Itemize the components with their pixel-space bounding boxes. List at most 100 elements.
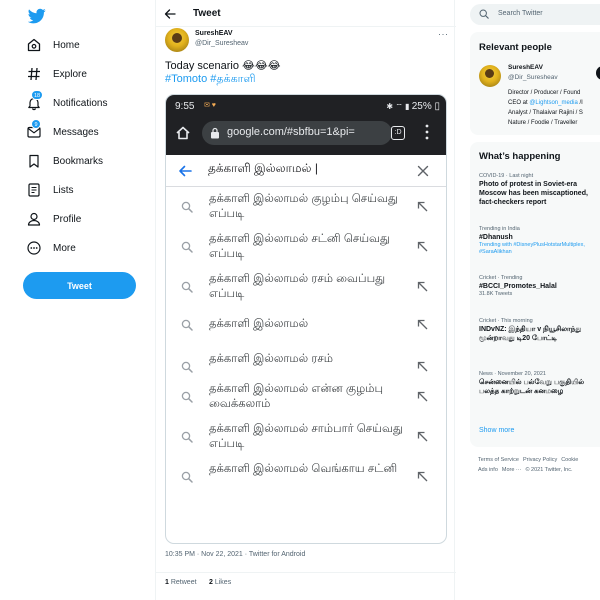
browser-menu-icon — [425, 124, 429, 140]
more-options-icon[interactable]: ··· — [438, 29, 449, 39]
privacy-link[interactable]: Privacy Policy — [523, 457, 557, 463]
back-arrow-icon[interactable] — [164, 8, 176, 20]
likes-label: Likes — [214, 579, 232, 586]
trend-item[interactable]: News · November 20, 2021 சென்னையில் பல்வே… — [479, 370, 600, 396]
nav-label-more: More — [53, 242, 76, 254]
lock-icon — [211, 127, 219, 139]
browser-toolbar: 9:55 ✉ ♥ ✱ ⌔ ▮ 25% ▯ google.com/#sbfbu=1… — [166, 95, 446, 155]
trend-item[interactable]: Cricket · Trending #BCCI_Promotes_Halal 31… — [479, 274, 600, 298]
browser-url-bar: google.com/#sbfbu=1&pi= — [202, 121, 392, 145]
trend-meta: Cricket · This morning — [479, 318, 533, 324]
suggestion-item: தக்காளி இல்லாமல் ரசம் வைப்பது எப்படி — [166, 272, 446, 308]
retweet-count: 1 — [165, 579, 169, 586]
left-nav: Home Explore 18 Notifications 9 Messages… — [0, 0, 155, 600]
likes-stat[interactable]: 2 Likes — [209, 579, 231, 586]
browser-url-text: google.com/#sbfbu=1&pi= — [227, 126, 355, 138]
suggestion-text: தக்காளி இல்லாமல் சாம்பார் செய்வது எப்படி — [209, 423, 403, 450]
nav-label-messages: Messages — [53, 126, 99, 138]
suggestion-text: தக்காளி இல்லாமல் வெங்காய சட்னி — [209, 463, 398, 475]
footer-links: Terms of Service Privacy Policy Cookie Ads… — [478, 455, 600, 475]
trend-item[interactable]: Trending in India #Dhanush Trending with #… — [479, 225, 600, 256]
relevant-person-name[interactable]: SureshEAV — [508, 64, 543, 71]
suggestion-search-icon — [181, 241, 193, 253]
ads-info-link[interactable]: Ads info — [478, 467, 498, 473]
suggestion-fill-arrow-icon — [417, 471, 428, 482]
copyright-text: © 2021 Twitter, Inc. — [525, 467, 573, 473]
more-icon — [26, 240, 42, 256]
right-sidebar: Search Twitter Relevant people SureshEAV… — [455, 0, 600, 600]
browser-tabs-count: :D — [391, 126, 405, 140]
browser-home-icon — [176, 126, 190, 140]
nav-item-notifications[interactable]: 18 Notifications — [26, 90, 151, 115]
suggestion-search-icon — [181, 319, 193, 331]
trend-title: சென்னையில் பல்வேறு பகுதியில் பலத்த காற்ற… — [479, 379, 585, 395]
suggestion-fill-arrow-icon — [417, 361, 428, 372]
nav-label-profile: Profile — [53, 213, 82, 225]
tweet-text: Today scenario 😂😂😂 — [165, 60, 281, 72]
nav-item-messages[interactable]: 9 Messages — [26, 119, 151, 144]
suggestion-fill-arrow-icon — [417, 201, 428, 212]
trend-item[interactable]: COVID-19 · Last night Photo of protest in… — [479, 172, 600, 207]
trend-subtext: Trending with #DisneyPlusHotstarMultiple… — [479, 242, 585, 255]
list-icon — [26, 182, 42, 198]
search-input[interactable]: Search Twitter — [470, 4, 600, 25]
suggestion-search-icon — [181, 281, 193, 293]
trend-title: Photo of protest in Soviet-era Moscow ha… — [479, 181, 588, 206]
phone-search-row: தக்காளி இல்லாமல் | — [166, 155, 446, 187]
suggestion-item: தக்காளி இல்லாமல் குழம்பு செய்வது எப்படி — [166, 192, 446, 228]
nav-item-explore[interactable]: Explore — [26, 62, 151, 86]
footer-line-2: Ads info More ··· © 2021 Twitter, Inc. — [478, 465, 600, 475]
nav-item-profile[interactable]: Profile — [26, 207, 151, 231]
relevant-person-handle[interactable]: @Dir_Suresheav — [508, 74, 558, 81]
status-signal-icons: ✱ ⌔ ▮ — [386, 102, 412, 111]
trend-item[interactable]: Cricket · This morning INDvNZ: இந்தியா v … — [479, 317, 600, 343]
search-back-arrow-icon — [179, 165, 192, 177]
bell-icon: 18 — [26, 90, 44, 111]
show-more-link[interactable]: Show more — [479, 427, 514, 434]
terms-link[interactable]: Terms of Service — [478, 457, 519, 463]
author-avatar[interactable] — [165, 28, 189, 52]
nav-item-lists[interactable]: Lists — [26, 178, 151, 202]
nav-label-notifications: Notifications — [53, 97, 108, 109]
relevant-person-avatar[interactable] — [479, 65, 501, 87]
search-placeholder: Search Twitter — [498, 10, 543, 17]
suggestion-fill-arrow-icon — [417, 281, 428, 292]
nav-item-home[interactable]: Home — [26, 33, 151, 57]
bio-line-1: Director / Producer / Found — [508, 90, 581, 96]
cookie-link[interactable]: Cookie — [561, 457, 578, 463]
phone-battery: 25% — [411, 101, 432, 112]
nav-label-explore: Explore — [53, 68, 87, 80]
twitter-logo-icon[interactable] — [28, 7, 46, 25]
trend-title: #Dhanush — [479, 234, 513, 241]
footer-line-1: Terms of Service Privacy Policy Cookie — [478, 455, 600, 465]
retweet-stat[interactable]: 1 Retweet — [165, 579, 197, 586]
whats-happening-card: What’s happening COVID-19 · Last night Ph… — [470, 142, 600, 447]
tweet-button[interactable]: Tweet — [23, 272, 136, 299]
suggestion-item: தக்காளி இல்லாமல் சட்னி செய்வது எப்படி — [166, 232, 446, 268]
trend-meta: COVID-19 · Last night — [479, 173, 534, 179]
suggestion-search-icon — [181, 471, 193, 483]
hashtag-icon — [26, 66, 42, 82]
author-name[interactable]: SureshEAV — [195, 30, 233, 37]
suggestion-item: தக்காளி இல்லாமல் சாம்பார் செய்வது எப்படி — [166, 422, 446, 458]
trend-meta: Cricket · Trending — [479, 275, 523, 281]
phone-status-time: 9:55 — [175, 101, 195, 112]
more-link[interactable]: More ··· — [502, 467, 522, 473]
author-handle[interactable]: @Dir_Suresheav — [195, 40, 248, 47]
suggestion-fill-arrow-icon — [417, 319, 428, 330]
tweet-hashtags[interactable]: #Tomoto #தக்காளி — [165, 73, 256, 87]
status-notification-icons: ✉ ♥ — [204, 102, 216, 109]
follow-button[interactable] — [596, 66, 600, 80]
nav-item-bookmarks[interactable]: Bookmarks — [26, 149, 151, 173]
tweet-media-image[interactable]: 9:55 ✉ ♥ ✱ ⌔ ▮ 25% ▯ google.com/#sbfbu=1… — [165, 94, 447, 544]
page-title: Tweet — [193, 8, 221, 19]
bio-mention-link[interactable]: @Lightson_media — [529, 100, 577, 106]
nav-item-more[interactable]: More — [26, 236, 151, 260]
bio-line-3: Analyst / Thalaivar Rajini / S — [508, 110, 583, 116]
nav-label-bookmarks: Bookmarks — [53, 155, 104, 167]
relevant-people-card: Relevant people SureshEAV @Dir_Suresheav… — [470, 32, 600, 135]
trend-title: #BCCI_Promotes_Halal — [479, 283, 557, 290]
suggestion-fill-arrow-icon — [417, 431, 428, 442]
suggestion-text: தக்காளி இல்லாமல் — [209, 318, 309, 330]
tweet-stats: 1 Retweet 2 Likes — [156, 572, 456, 594]
